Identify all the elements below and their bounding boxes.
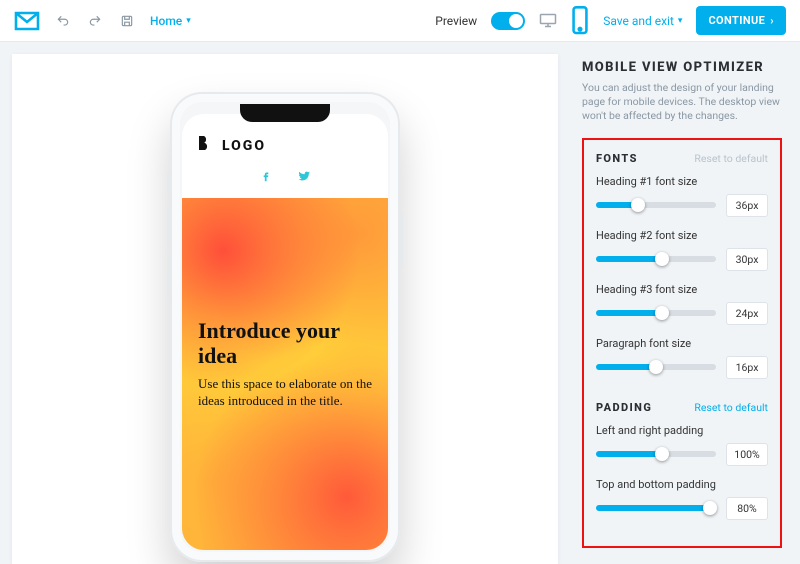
padding-section-head: PADDING Reset to default [596, 401, 768, 414]
logo-text: LOGO [222, 138, 266, 154]
main-area: LOGO Introduce your idea Use this space … [0, 42, 800, 564]
slider-value[interactable]: 80% [726, 497, 768, 520]
padding-title: PADDING [596, 401, 652, 414]
slider-thumb[interactable] [631, 198, 645, 212]
control-row: 36px [596, 194, 768, 217]
control-row: 30px [596, 248, 768, 271]
phone-side-button [167, 172, 170, 194]
desktop-view-icon[interactable] [539, 14, 557, 28]
phone-side-button [400, 212, 403, 267]
font-size-control: Heading #1 font size 36px [596, 175, 768, 217]
hero-body: Use this space to elaborate on the ideas… [198, 375, 372, 410]
mobile-view-icon[interactable] [571, 14, 589, 28]
panel-description: You can adjust the design of your landin… [582, 81, 782, 124]
hero-section: Introduce your idea Use this space to el… [182, 198, 388, 550]
chevron-down-icon: ▾ [186, 16, 191, 26]
padding-reset-link[interactable]: Reset to default [694, 401, 768, 414]
twitter-icon[interactable] [297, 169, 311, 183]
control-label: Paragraph font size [596, 337, 768, 350]
slider-thumb[interactable] [649, 360, 663, 374]
slider-thumb[interactable] [655, 447, 669, 461]
save-exit-label: Save and exit [603, 14, 674, 28]
hero-title: Introduce your idea [198, 318, 372, 369]
social-row [196, 165, 374, 189]
slider-thumb[interactable] [655, 306, 669, 320]
app-logo [14, 11, 40, 31]
control-label: Top and bottom padding [596, 478, 768, 491]
topbar: Home ▾ Preview Save and exit ▾ CONTINUE … [0, 0, 800, 42]
font-size-control: Heading #2 font size 30px [596, 229, 768, 271]
fonts-controls: Heading #1 font size 36px Heading #2 font … [596, 175, 768, 379]
font-size-control: Paragraph font size 16px [596, 337, 768, 379]
font-size-slider[interactable] [596, 364, 716, 370]
control-row: 16px [596, 356, 768, 379]
control-label: Heading #2 font size [596, 229, 768, 242]
phone-notch [240, 104, 330, 122]
save-icon[interactable] [118, 12, 136, 30]
padding-slider[interactable] [596, 505, 716, 511]
chevron-right-icon: › [770, 14, 774, 27]
slider-value[interactable]: 36px [726, 194, 768, 217]
slider-value[interactable]: 100% [726, 443, 768, 466]
phone-side-button [167, 257, 170, 297]
highlighted-settings: FONTS Reset to default Heading #1 font s… [582, 138, 782, 548]
padding-control: Top and bottom padding 80% [596, 478, 768, 520]
optimizer-panel: MOBILE VIEW OPTIMIZER You can adjust the… [564, 42, 800, 564]
redo-icon[interactable] [86, 12, 104, 30]
logo-mark-icon [196, 134, 214, 157]
control-row: 24px [596, 302, 768, 325]
screen-header: LOGO [182, 114, 388, 197]
fonts-title: FONTS [596, 152, 638, 165]
slider-thumb[interactable] [703, 501, 717, 515]
home-label: Home [150, 14, 182, 28]
control-label: Left and right padding [596, 424, 768, 437]
padding-slider[interactable] [596, 451, 716, 457]
continue-button[interactable]: CONTINUE › [696, 6, 786, 35]
preview-canvas: LOGO Introduce your idea Use this space … [12, 54, 558, 564]
font-size-control: Heading #3 font size 24px [596, 283, 768, 325]
undo-icon[interactable] [54, 12, 72, 30]
panel-title: MOBILE VIEW OPTIMIZER [582, 60, 782, 75]
phone-screen: LOGO Introduce your idea Use this space … [182, 114, 388, 550]
logo-row: LOGO [196, 134, 374, 157]
font-size-slider[interactable] [596, 256, 716, 262]
fonts-reset-link[interactable]: Reset to default [694, 152, 768, 165]
phone-side-button [167, 207, 170, 247]
facebook-icon[interactable] [259, 169, 273, 183]
continue-label: CONTINUE [708, 14, 765, 27]
padding-control: Left and right padding 100% [596, 424, 768, 466]
control-label: Heading #1 font size [596, 175, 768, 188]
control-label: Heading #3 font size [596, 283, 768, 296]
home-dropdown[interactable]: Home ▾ [150, 14, 191, 28]
font-size-slider[interactable] [596, 202, 716, 208]
slider-value[interactable]: 24px [726, 302, 768, 325]
phone-mockup: LOGO Introduce your idea Use this space … [170, 92, 400, 562]
padding-controls: Left and right padding 100% Top and bottom… [596, 424, 768, 520]
font-size-slider[interactable] [596, 310, 716, 316]
slider-value[interactable]: 16px [726, 356, 768, 379]
control-row: 100% [596, 443, 768, 466]
preview-toggle[interactable] [491, 12, 525, 30]
fonts-section-head: FONTS Reset to default [596, 152, 768, 165]
control-row: 80% [596, 497, 768, 520]
slider-thumb[interactable] [655, 252, 669, 266]
save-and-exit-link[interactable]: Save and exit ▾ [603, 14, 682, 28]
chevron-down-icon: ▾ [678, 16, 683, 26]
preview-label: Preview [435, 14, 477, 28]
slider-value[interactable]: 30px [726, 248, 768, 271]
